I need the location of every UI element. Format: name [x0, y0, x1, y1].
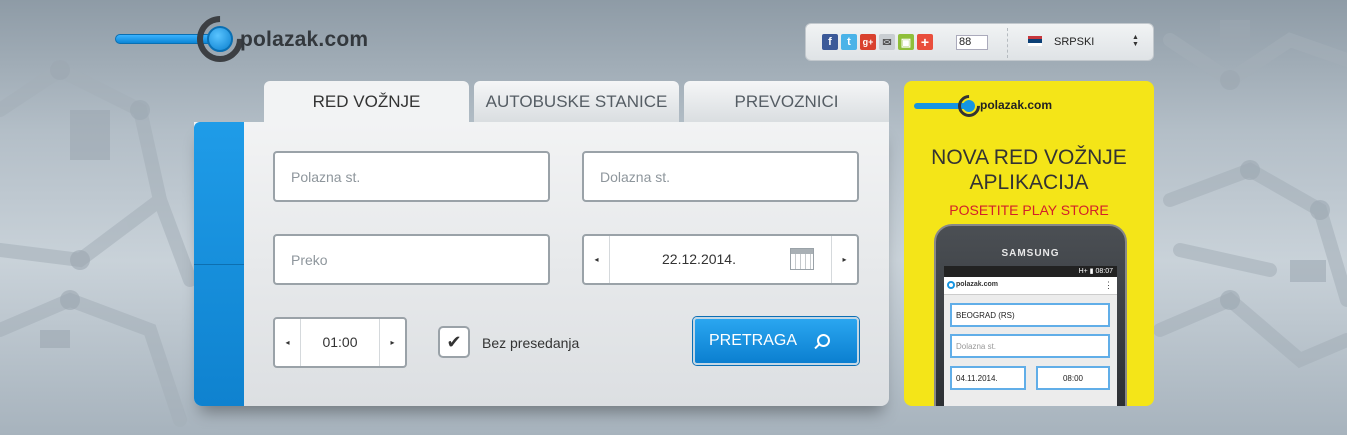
app-from-value: BEOGRAD (RS)	[956, 310, 1015, 320]
app-time-field: 08:00	[1036, 366, 1110, 390]
tab-label: AUTOBUSKE STANICE	[485, 92, 668, 111]
ad-logo-dot	[963, 100, 975, 112]
ad-title-line2: APLIKACIJA	[969, 171, 1089, 194]
language-select[interactable]: SRPSKI	[1054, 36, 1094, 48]
tab-label: RED VOŽNJE	[312, 92, 421, 111]
phone-image: SAMSUNG H+ ▮ 08:07 polazak.com ⋮ BEOGRAD…	[934, 224, 1127, 406]
search-button[interactable]: PRETRAGA	[693, 317, 859, 365]
app-from-field: BEOGRAD (RS)	[950, 303, 1110, 327]
logo-text: polazak.com	[240, 28, 369, 51]
app-menu-icon: ⋮	[1104, 280, 1113, 290]
ad-logo: polazak.com	[914, 90, 1084, 122]
search-button-label: PRETRAGA	[709, 332, 798, 349]
calendar-icon[interactable]	[790, 248, 814, 270]
date-prev-button[interactable]: ◂	[584, 236, 610, 283]
app-date-field: 04.11.2014.	[950, 366, 1026, 390]
phone-statusbar: H+ ▮ 08:07	[944, 266, 1117, 277]
email-icon[interactable]: ✉	[879, 34, 895, 50]
serbia-flag-icon[interactable]	[1028, 36, 1042, 46]
topbar-divider	[1007, 28, 1008, 58]
tab-red-voznje[interactable]: RED VOŽNJE	[264, 81, 469, 123]
ad-logo-text: polazak.com	[980, 98, 1053, 112]
panel-side-divider	[194, 264, 244, 265]
via-input[interactable]	[291, 251, 548, 268]
arrival-field[interactable]	[582, 151, 859, 202]
search-icon	[817, 334, 830, 347]
topbar: f t g+ ✉ ▣ + 88 SRPSKI ▲▼	[805, 23, 1154, 61]
site-logo[interactable]: polazak.com	[115, 6, 415, 72]
tab-label: PREVOZNICI	[734, 92, 839, 111]
twitter-icon[interactable]: t	[841, 34, 857, 50]
tab-prevoznici[interactable]: PREVOZNICI	[684, 81, 889, 123]
ad-title-line1: NOVA RED VOŽNJE	[931, 146, 1127, 169]
app-logo-icon	[947, 281, 955, 289]
date-value: 22.12.2014.	[662, 251, 736, 267]
date-next-button[interactable]: ▸	[831, 236, 857, 283]
phone-brand: SAMSUNG	[1001, 248, 1060, 259]
app-time-value: 08:00	[1062, 373, 1084, 383]
share-count: 88	[956, 35, 988, 50]
social-icons: f t g+ ✉ ▣ +	[822, 34, 933, 50]
tab-autobuske-stanice[interactable]: AUTOBUSKE STANICE	[474, 81, 679, 123]
logo-dot-graphic	[207, 26, 233, 52]
departure-input[interactable]	[291, 168, 548, 185]
time-value: 01:00	[322, 334, 358, 350]
ad-title: NOVA RED VOŽNJE APLIKACIJA	[904, 145, 1154, 195]
direct-checkbox-label[interactable]: Bez presedanja	[482, 335, 579, 351]
app-advert[interactable]: polazak.com NOVA RED VOŽNJE APLIKACIJA P…	[904, 81, 1154, 406]
language-dropdown-icon[interactable]: ▲▼	[1131, 34, 1139, 48]
ad-subtitle: POSETITE PLAY STORE	[949, 202, 1109, 218]
google-plus-icon[interactable]: g+	[860, 34, 876, 50]
android-icon[interactable]: ▣	[898, 34, 914, 50]
phone-appbar: polazak.com ⋮	[944, 277, 1117, 295]
app-date-value: 04.11.2014.	[956, 373, 998, 383]
checkmark-icon: ✔	[446, 331, 462, 352]
arrival-input[interactable]	[600, 168, 857, 185]
departure-field[interactable]	[273, 151, 550, 202]
time-next-button[interactable]: ▸	[379, 319, 405, 366]
app-logo-text: polazak.com	[956, 281, 999, 288]
time-field[interactable]: ◂ 01:00 ▸	[273, 317, 407, 368]
app-to-field: Dolazna st.	[950, 334, 1110, 358]
date-field[interactable]: ◂ 22.12.2014. ▸	[582, 234, 859, 285]
time-prev-button[interactable]: ◂	[275, 319, 301, 366]
direct-checkbox[interactable]: ✔	[438, 326, 470, 358]
via-field[interactable]	[273, 234, 550, 285]
app-to-placeholder: Dolazna st.	[956, 341, 997, 351]
plus-share-icon[interactable]: +	[917, 34, 933, 50]
facebook-icon[interactable]: f	[822, 34, 838, 50]
phone-screen: H+ ▮ 08:07 polazak.com ⋮ BEOGRAD (RS) Do…	[944, 266, 1117, 406]
